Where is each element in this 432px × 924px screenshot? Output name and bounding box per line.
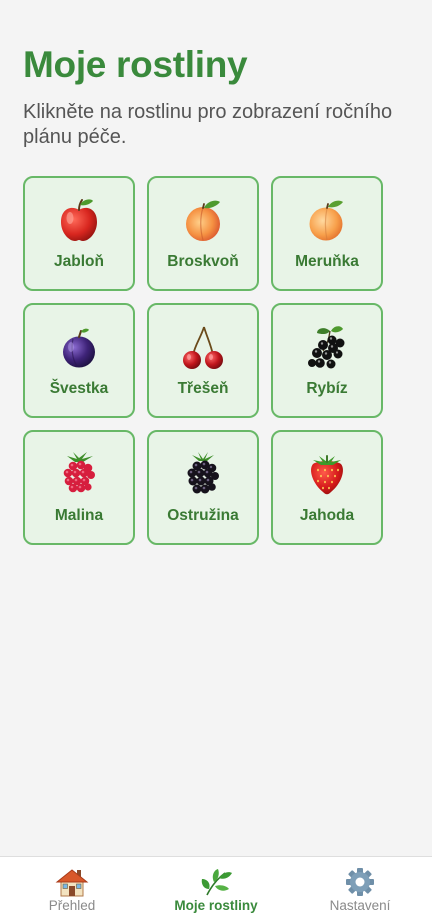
plant-label: Rybíz (306, 380, 348, 397)
plant-card-ostruzina[interactable]: Ostružina (147, 430, 259, 545)
leaf-icon (201, 869, 232, 896)
plant-label: Švestka (49, 380, 109, 397)
apricot-icon (309, 200, 343, 241)
plant-card-malina[interactable]: Malina (23, 430, 135, 545)
plant-card-jablon[interactable]: Jabloň (23, 176, 135, 291)
nav-item-prehled[interactable]: Přehled (0, 857, 144, 924)
peach-icon (186, 200, 220, 241)
nav-label: Moje rostliny (174, 898, 258, 913)
plant-label: Meruňka (295, 253, 359, 270)
gear-icon (346, 868, 374, 896)
plant-card-svestka[interactable]: Švestka (23, 303, 135, 418)
raspberry-icon (63, 452, 95, 493)
house-icon (55, 869, 89, 897)
cherry-icon (183, 326, 223, 369)
plant-label: Broskvoň (167, 253, 239, 270)
plant-card-tresen[interactable]: Třešeň (147, 303, 259, 418)
plant-label: Třešeň (177, 380, 229, 397)
nav-label: Nastavení (329, 898, 391, 913)
plant-card-rybiz[interactable]: Rybíz (271, 303, 383, 418)
plant-card-broskvon[interactable]: Broskvoň (147, 176, 259, 291)
nav-item-nastaveni[interactable]: Nastavení (288, 857, 432, 924)
nav-label: Přehled (48, 898, 96, 913)
blackberry-icon (187, 452, 219, 494)
plant-label: Jahoda (299, 507, 355, 524)
plum-icon (63, 328, 95, 368)
screen: Moje rostliny Klikněte na rostlinu pro z… (0, 0, 432, 924)
plant-label: Jabloň (54, 253, 104, 270)
plant-grid: Jabloň Broskvoň Meruňka Švestka Třešeň R… (23, 176, 383, 545)
plant-label: Ostružina (167, 507, 239, 524)
plant-label: Malina (54, 507, 104, 524)
page-subtitle: Klikněte na rostlinu pro zobrazení roční… (23, 101, 393, 148)
plant-card-merunka[interactable]: Meruňka (271, 176, 383, 291)
currant-icon (308, 326, 345, 369)
strawberry-icon (311, 455, 343, 495)
bottom-navigation: Přehled Moje rostliny Nastavení (0, 856, 432, 924)
page-title: Moje rostliny (23, 44, 248, 85)
apple-icon (61, 199, 97, 241)
nav-item-moje-rostliny[interactable]: Moje rostliny (144, 857, 288, 924)
plant-card-jahoda[interactable]: Jahoda (271, 430, 383, 545)
